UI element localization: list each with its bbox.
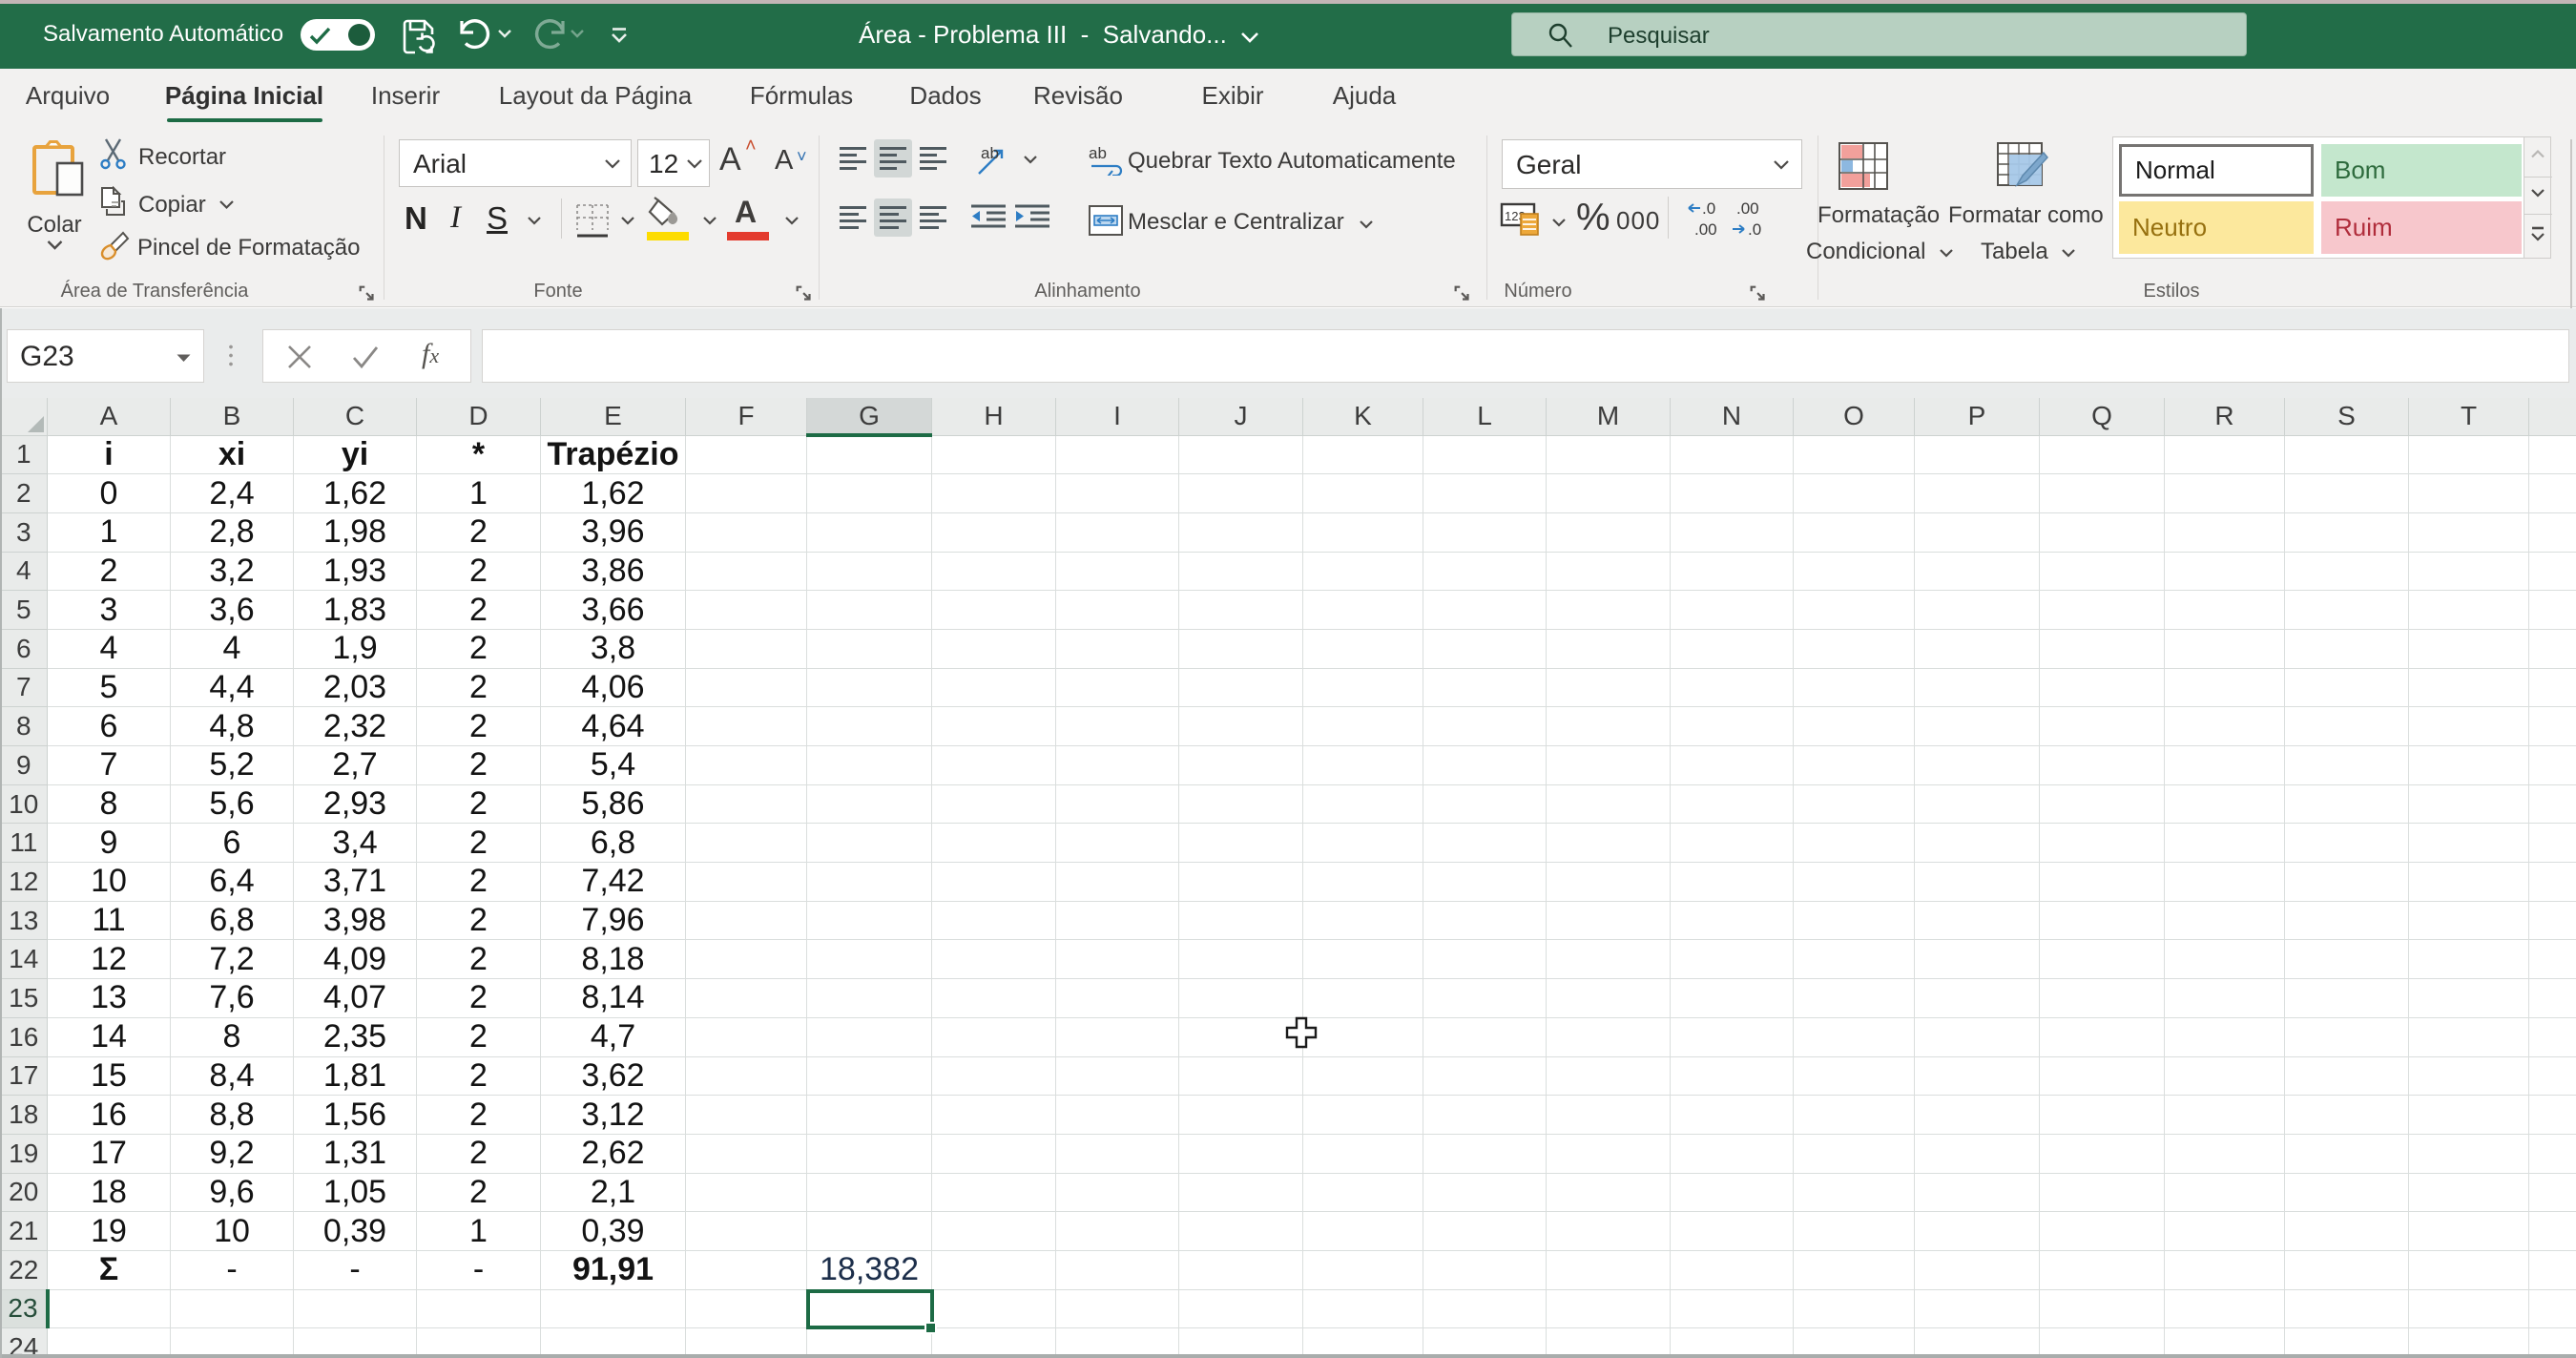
svg-text:.00: .00: [1736, 199, 1759, 218]
svg-text:.00: .00: [1694, 220, 1717, 239]
svg-text:ab: ab: [981, 144, 999, 162]
svg-text:ab: ab: [1089, 144, 1107, 162]
svg-text:.0: .0: [1702, 199, 1715, 218]
svg-text:.0: .0: [1748, 220, 1761, 239]
